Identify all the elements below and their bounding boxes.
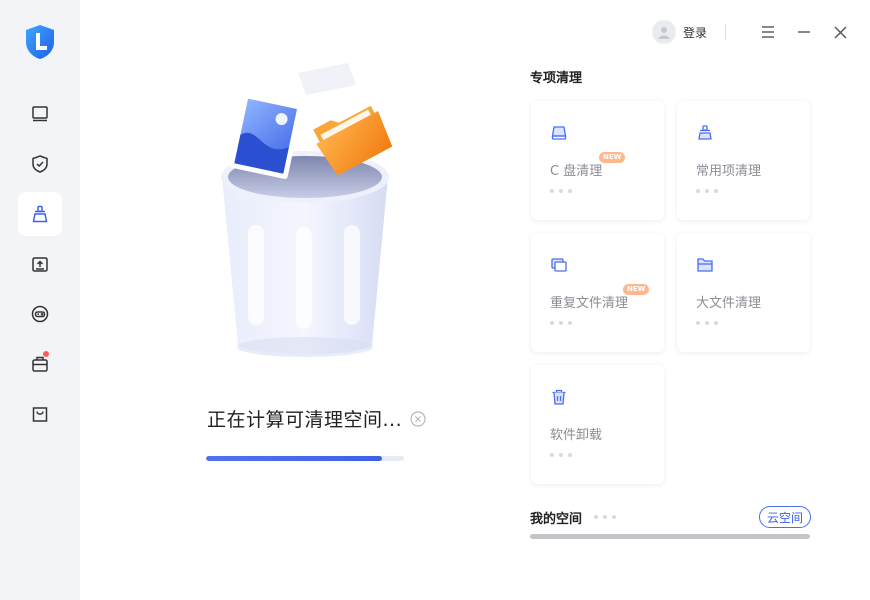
loading-dots [550, 189, 572, 193]
sidebar-item-toolbox[interactable] [18, 342, 62, 386]
card-common-items-clean[interactable]: 常用项清理 [677, 101, 810, 220]
close-button[interactable] [830, 22, 850, 42]
card-label: 软件卸载 [550, 428, 603, 443]
loading-dots [696, 189, 718, 193]
cloud-space-button[interactable]: 云空间 [759, 506, 811, 528]
card-label: 常用项清理 [696, 164, 762, 179]
drive-upload-icon [32, 257, 48, 272]
shopping-bag-icon [32, 407, 48, 422]
app-logo-icon[interactable] [23, 24, 57, 60]
scan-status-text: 正在计算可清理空间... [207, 409, 403, 431]
scan-status-row: 正在计算可清理空间... [207, 405, 426, 432]
sidebar [0, 0, 80, 600]
new-badge: NEW [599, 152, 626, 163]
toolbox-icon [32, 356, 48, 372]
cancel-scan-icon[interactable] [410, 410, 426, 427]
card-label: C 盘清理 [550, 164, 603, 179]
card-uninstall-software[interactable]: 软件卸载 [531, 365, 664, 484]
broom-icon [32, 205, 48, 223]
notification-dot [43, 351, 49, 357]
title-bar-divider [725, 24, 726, 40]
scan-progress-fill [206, 456, 383, 461]
duplicate-files-icon [551, 258, 567, 272]
monitor-icon [32, 106, 48, 122]
card-large-files-clean[interactable]: 大文件清理 [677, 233, 810, 352]
loading-dots [594, 515, 616, 519]
sidebar-item-drive[interactable] [18, 242, 62, 286]
menu-icon [762, 26, 774, 38]
space-usage-bar [530, 534, 810, 539]
sidebar-item-computer[interactable] [18, 92, 62, 136]
my-space-title: 我的空间 [530, 512, 583, 527]
sidebar-item-security[interactable] [18, 142, 62, 186]
login-link[interactable]: 登录 [683, 24, 707, 41]
shield-check-icon [32, 155, 48, 173]
sidebar-item-store[interactable] [18, 392, 62, 436]
folder-icon [697, 258, 713, 272]
avatar[interactable] [651, 20, 676, 44]
trash-can-illustration [221, 63, 393, 357]
special-clean-title: 专项清理 [530, 71, 583, 86]
trash-icon [552, 389, 566, 405]
menu-button[interactable] [758, 22, 778, 42]
loading-dots [550, 453, 572, 457]
close-icon [834, 26, 846, 38]
card-c-drive-clean[interactable]: C 盘清理 NEW [531, 101, 664, 220]
card-label: 重复文件清理 [550, 296, 629, 311]
broom-icon [698, 125, 712, 140]
sidebar-item-clean[interactable] [18, 192, 62, 236]
title-bar: 登录 [651, 18, 850, 46]
user-icon [658, 27, 670, 39]
loading-dots [696, 321, 718, 325]
drive-icon [551, 126, 567, 140]
card-label: 大文件清理 [696, 296, 762, 311]
minimize-icon [798, 31, 810, 33]
card-duplicate-files-clean[interactable]: 重复文件清理 NEW [531, 233, 664, 352]
new-badge: NEW [623, 284, 650, 295]
minimize-button[interactable] [794, 22, 814, 42]
scan-progress-bar [206, 456, 404, 461]
loading-dots [550, 321, 572, 325]
controller-icon [31, 305, 49, 323]
sidebar-item-games[interactable] [18, 292, 62, 336]
